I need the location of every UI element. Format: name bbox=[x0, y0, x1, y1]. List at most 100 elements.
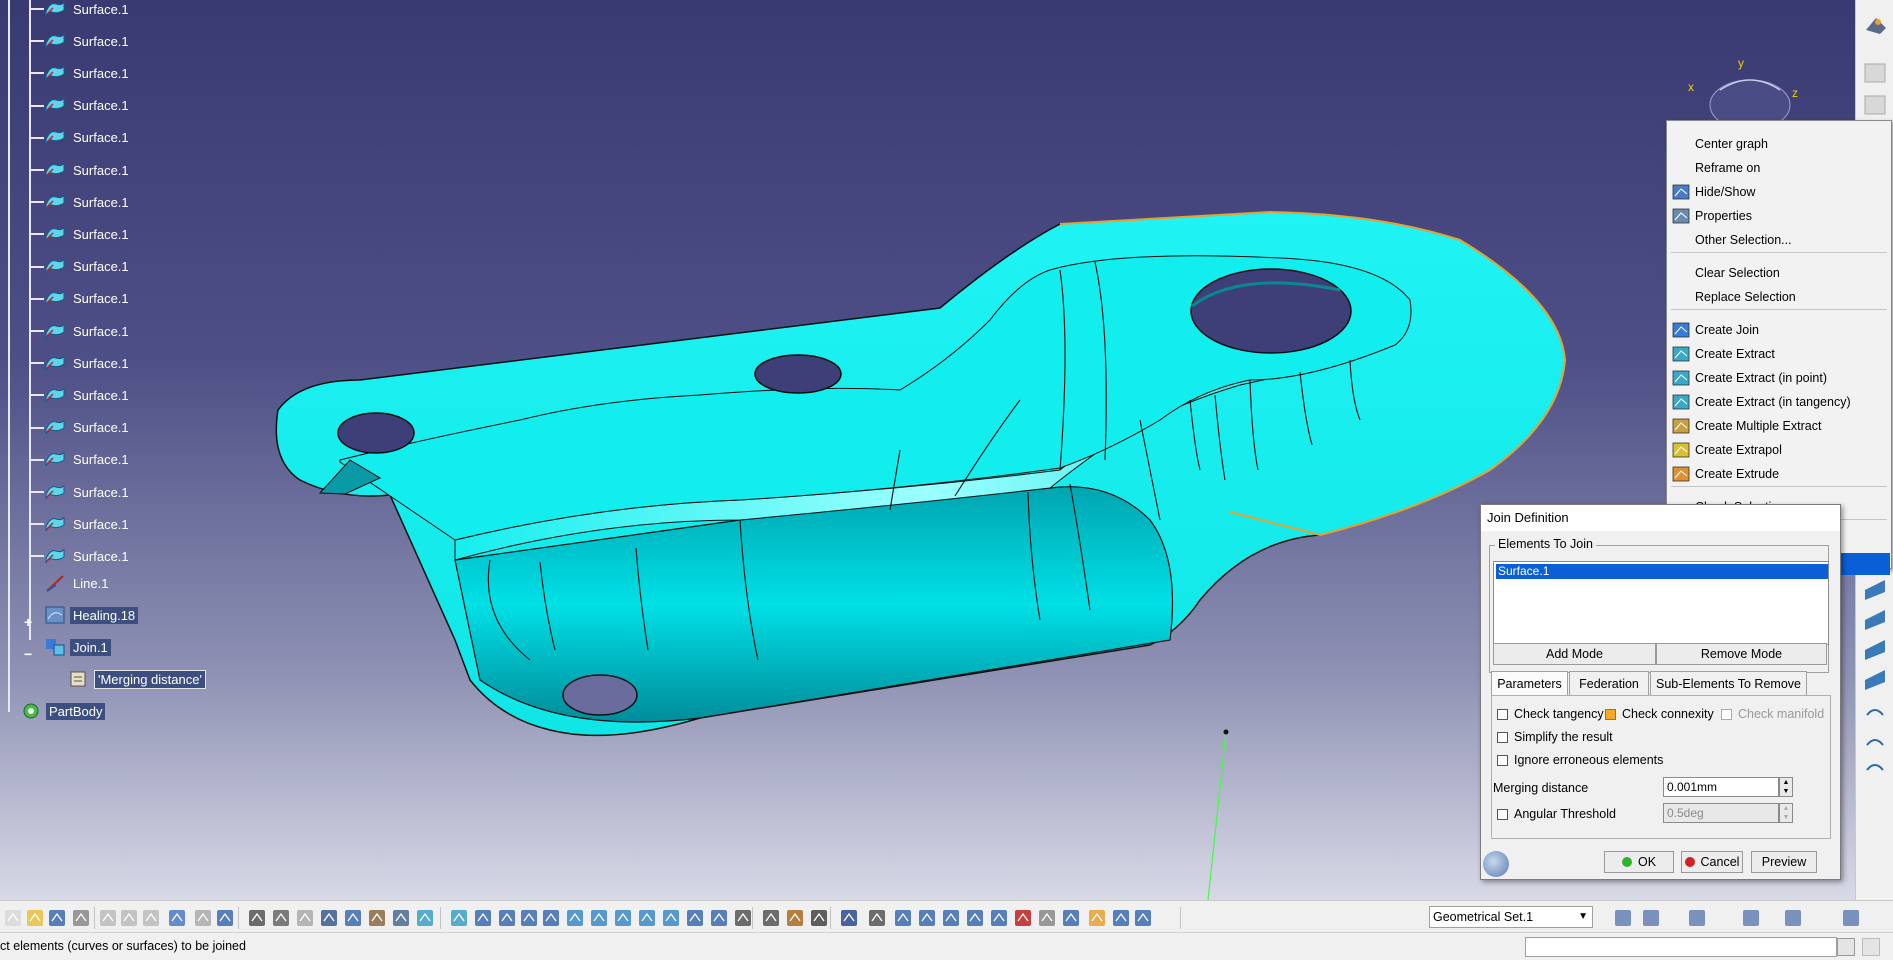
copy-icon[interactable] bbox=[118, 907, 140, 929]
menu-item-create-extract[interactable]: Create Extract bbox=[1668, 343, 1890, 365]
measure-icon[interactable] bbox=[390, 907, 412, 929]
pan-icon[interactable] bbox=[472, 907, 494, 929]
expand-icon[interactable]: + bbox=[24, 614, 32, 630]
specification-tree[interactable]: Surface.1 Surface.1 Surface.1 Surface.1 Surf… bbox=[0, 0, 320, 730]
simplify-result-checkbox[interactable]: Simplify the result bbox=[1497, 730, 1613, 744]
tree-item-surface[interactable]: Surface.1 bbox=[44, 256, 132, 278]
tab-parameters[interactable]: Parameters bbox=[1491, 671, 1568, 695]
save-icon[interactable] bbox=[46, 907, 68, 929]
add-mode-button[interactable]: Add Mode bbox=[1493, 643, 1656, 665]
menu-item-create-extrapol[interactable]: Create Extrapol bbox=[1668, 439, 1890, 461]
tree-item-line[interactable]: Line.1 bbox=[44, 572, 111, 594]
fit-all-icon[interactable] bbox=[448, 907, 470, 929]
menu-item-create-multiple-extract[interactable]: Create Multiple Extract bbox=[1668, 415, 1890, 437]
command-input[interactable] bbox=[1525, 937, 1837, 957]
tree-item-surface[interactable]: Surface.1 bbox=[44, 95, 132, 117]
elements-list[interactable]: Surface.1 bbox=[1493, 561, 1829, 645]
redo-icon[interactable] bbox=[192, 907, 214, 929]
wireframe-icon[interactable] bbox=[1036, 907, 1058, 929]
plane-icon[interactable] bbox=[964, 907, 986, 929]
axis-icon[interactable] bbox=[892, 907, 914, 929]
whats-this-icon[interactable] bbox=[214, 907, 236, 929]
compass[interactable]: x y z bbox=[1680, 50, 1810, 130]
ok-button[interactable]: OK bbox=[1604, 851, 1674, 873]
cut-curve-icon[interactable] bbox=[1012, 907, 1034, 929]
tree-item-surface[interactable]: Surface.1 bbox=[44, 30, 132, 52]
sketch-icon[interactable] bbox=[1060, 907, 1082, 929]
tree-item-surface[interactable]: Surface.1 bbox=[44, 417, 132, 439]
tree-item-partbody[interactable]: PartBody bbox=[20, 700, 106, 722]
check-manifold-checkbox[interactable]: Check manifold bbox=[1721, 707, 1824, 721]
clipboard-icon[interactable] bbox=[760, 907, 782, 929]
menu-item-hide-show[interactable]: Hide/Show bbox=[1668, 181, 1890, 203]
update-icon[interactable] bbox=[708, 907, 730, 929]
list-item[interactable]: Surface.1 bbox=[1496, 564, 1828, 579]
cancel-button[interactable]: Cancel bbox=[1681, 851, 1743, 873]
normal-view-icon[interactable] bbox=[564, 907, 586, 929]
new-file-icon[interactable] bbox=[2, 907, 24, 929]
spiral-icon[interactable] bbox=[838, 907, 860, 929]
paste-icon[interactable] bbox=[140, 907, 162, 929]
color-icon[interactable] bbox=[1740, 907, 1762, 929]
fly-icon[interactable] bbox=[414, 907, 436, 929]
undo-icon[interactable] bbox=[166, 907, 188, 929]
lock-icon[interactable] bbox=[294, 907, 316, 929]
collapse-icon[interactable]: − bbox=[24, 646, 32, 662]
zoom-out-icon[interactable] bbox=[540, 907, 562, 929]
hand-icon[interactable] bbox=[866, 907, 888, 929]
menu-item-create-extract-in-tangency[interactable]: Create Extract (in tangency) bbox=[1668, 391, 1890, 413]
menu-item-other-selection[interactable]: Other Selection... bbox=[1668, 229, 1890, 251]
status-stop-icon[interactable] bbox=[1862, 938, 1880, 956]
menu-item-create-join[interactable]: Create Join bbox=[1668, 319, 1890, 341]
tree-item-surface[interactable]: Surface.1 bbox=[44, 352, 132, 374]
catia-compass-icon[interactable] bbox=[1840, 907, 1862, 929]
join-definition-dialog[interactable]: Join Definition Elements To Join Surface… bbox=[1480, 504, 1841, 880]
tree-item-surface[interactable]: Surface.1 bbox=[44, 449, 132, 471]
tree-item-surface[interactable]: Surface.1 bbox=[44, 545, 132, 567]
preview-button[interactable]: Preview bbox=[1751, 851, 1817, 873]
status-button-icon[interactable] bbox=[1837, 938, 1855, 956]
print-icon[interactable] bbox=[70, 907, 92, 929]
spell-check-icon[interactable] bbox=[1686, 907, 1708, 929]
cut-icon[interactable] bbox=[97, 907, 119, 929]
ignore-erroneous-checkbox[interactable]: Ignore erroneous elements bbox=[1497, 753, 1663, 767]
check-tangency-checkbox[interactable]: Check tangency bbox=[1497, 707, 1604, 721]
tree-item-join[interactable]: Join.1 bbox=[44, 636, 111, 658]
check-connexity-checkbox[interactable]: Check connexity bbox=[1605, 707, 1714, 721]
bottle-icon[interactable] bbox=[784, 907, 806, 929]
zoom-in-icon[interactable] bbox=[518, 907, 540, 929]
tree-item-surface[interactable]: Surface.1 bbox=[44, 481, 132, 503]
tree-item-healing[interactable]: Healing.18 bbox=[44, 604, 139, 626]
rotate-icon[interactable] bbox=[496, 907, 518, 929]
tree-item-surface[interactable]: Surface.1 bbox=[44, 0, 132, 20]
tree-item-surface[interactable]: Surface.1 bbox=[44, 62, 132, 84]
capture-icon[interactable] bbox=[808, 907, 830, 929]
tab-sub-elements[interactable]: Sub-Elements To Remove bbox=[1650, 671, 1807, 695]
macro-icon[interactable] bbox=[1782, 907, 1804, 929]
geometrical-set-select[interactable]: Geometrical Set.1 ▼ bbox=[1429, 906, 1593, 928]
tree-item-surface[interactable]: Surface.1 bbox=[44, 320, 132, 342]
table-view-icon[interactable] bbox=[1640, 907, 1662, 929]
grid-view-icon[interactable] bbox=[588, 907, 610, 929]
catalog-icon[interactable] bbox=[366, 907, 388, 929]
tree-item-surface[interactable]: Surface.1 bbox=[44, 191, 132, 213]
iso-view-icon[interactable] bbox=[612, 907, 634, 929]
open-file-icon[interactable] bbox=[24, 907, 46, 929]
hide-show-icon[interactable] bbox=[660, 907, 682, 929]
remove-mode-button[interactable]: Remove Mode bbox=[1656, 643, 1827, 665]
knowledge-icon[interactable] bbox=[270, 907, 292, 929]
filter-icon[interactable] bbox=[1612, 907, 1634, 929]
angular-threshold-field[interactable]: 0.5deg bbox=[1663, 803, 1779, 823]
split-icon[interactable] bbox=[732, 907, 754, 929]
tree-item-surface[interactable]: Surface.1 bbox=[44, 223, 132, 245]
tree-item-merging-distance[interactable]: 'Merging distance' bbox=[68, 668, 206, 690]
menu-item-clear-selection[interactable]: Clear Selection bbox=[1668, 262, 1890, 284]
angular-threshold-checkbox[interactable]: Angular Threshold bbox=[1497, 807, 1616, 821]
tree-item-surface[interactable]: Surface.1 bbox=[44, 127, 132, 149]
grid-icon[interactable] bbox=[940, 907, 962, 929]
merging-distance-field[interactable]: 0.001mm bbox=[1663, 777, 1779, 797]
tab-federation[interactable]: Federation bbox=[1569, 671, 1649, 695]
menu-item-reframe-on[interactable]: Reframe on bbox=[1668, 157, 1890, 179]
geo-set-icon[interactable] bbox=[1132, 907, 1154, 929]
formula-icon[interactable] bbox=[246, 907, 268, 929]
